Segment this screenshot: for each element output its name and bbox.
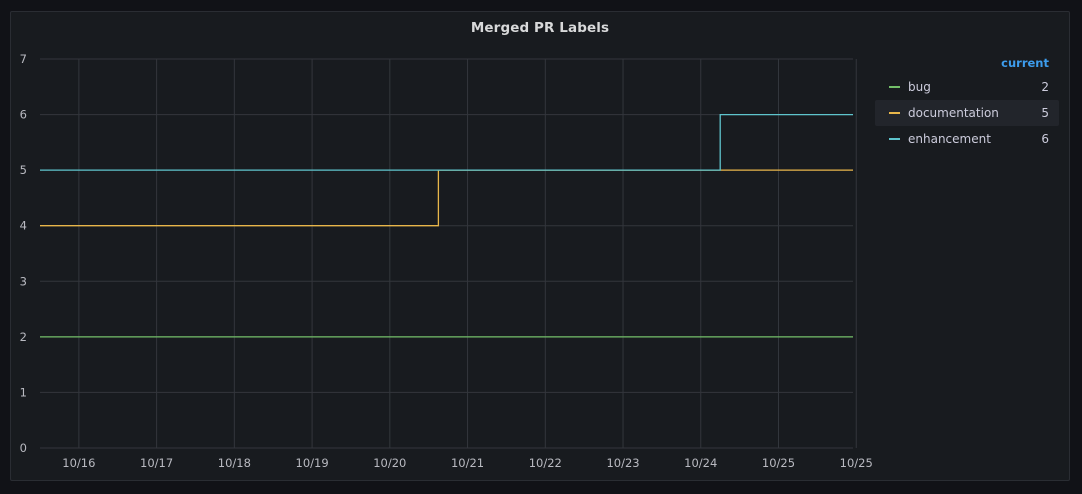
- legend-label: enhancement: [908, 132, 991, 146]
- y-tick-label: 1: [20, 385, 27, 399]
- x-tick-label: 10/23: [606, 456, 639, 470]
- legend-swatch-enhancement: [889, 138, 900, 140]
- legend-swatch-documentation: [889, 112, 900, 114]
- y-tick-label: 7: [20, 52, 27, 66]
- legend-current-value: 6: [1041, 132, 1049, 146]
- legend-current-value: 5: [1041, 106, 1049, 120]
- x-tick-label: 10/25: [840, 456, 873, 470]
- y-tick-label: 0: [20, 441, 27, 455]
- grid: [40, 58, 857, 449]
- legend-item-bug[interactable]: bug 2: [875, 74, 1059, 100]
- legend-item-documentation[interactable]: documentation 5: [875, 100, 1059, 126]
- y-tick-label: 4: [20, 219, 27, 233]
- x-tick-label: 10/22: [529, 456, 562, 470]
- y-tick-label: 5: [20, 163, 27, 177]
- y-tick-label: 3: [20, 274, 27, 288]
- legend-label: documentation: [908, 106, 999, 120]
- x-tick-label: 10/24: [684, 456, 717, 470]
- series-line-enhancement: [40, 113, 853, 171]
- y-axis: 0 1 2 3 4 5 6 7: [20, 52, 27, 455]
- legend-item-enhancement[interactable]: enhancement 6: [875, 126, 1059, 152]
- legend-label: bug: [908, 80, 931, 94]
- legend: current bug 2 documentation 5 enhancemen…: [875, 52, 1059, 152]
- x-tick-label: 10/21: [451, 456, 484, 470]
- x-axis: 10/16 10/17 10/18 10/19 10/20 10/21 10/22 10/23…: [62, 456, 873, 470]
- y-tick-label: 6: [20, 108, 27, 122]
- x-tick-label: 10/19: [296, 456, 329, 470]
- x-tick-label: 10/16: [62, 456, 95, 470]
- x-tick-label: 10/17: [140, 456, 173, 470]
- legend-current-value: 2: [1041, 80, 1049, 94]
- chart-panel: Merged PR Labels 01234567 10/16 10/17 10/1…: [10, 11, 1070, 481]
- x-tick-label: 10/25: [762, 456, 795, 470]
- series-line-documentation: [40, 169, 853, 227]
- legend-header-current[interactable]: current: [875, 52, 1059, 74]
- x-tick-label: 10/20: [373, 456, 406, 470]
- x-tick-label: 10/18: [218, 456, 251, 470]
- y-tick-label: 2: [20, 330, 27, 344]
- legend-swatch-bug: [889, 86, 900, 88]
